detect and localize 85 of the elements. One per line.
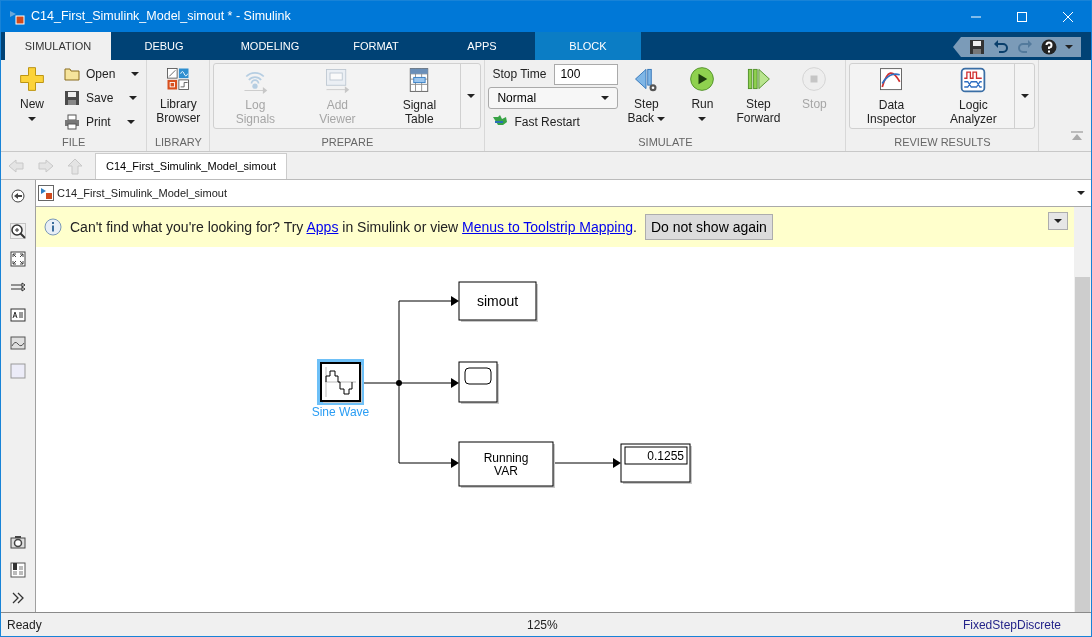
info-message: Can't find what you're looking for? Try Apps in Simulink or view Menus to Toolstrip Mapping.: [70, 217, 637, 237]
maximize-icon: [1017, 11, 1027, 22]
caret-icon: [28, 117, 36, 121]
info-icon: [44, 218, 62, 236]
logic-analyzer-button[interactable]: Logic Analyzer: [932, 64, 1015, 128]
ribbon-tab[interactable]: FORMAT: [323, 32, 429, 60]
group-title: REVIEW RESULTS: [893, 135, 992, 151]
model-icon: [38, 185, 54, 201]
signal-arrow: [552, 458, 621, 468]
group-title: LIBRARY: [153, 135, 203, 151]
block-text: Running VAR: [483, 451, 529, 478]
undo-icon[interactable]: [993, 39, 1009, 55]
breadcrumb-path: C14_First_Simulink_Model_simout: [57, 185, 227, 201]
play-icon: [688, 65, 717, 93]
ribbon-tab[interactable]: BLOCK: [535, 32, 641, 60]
caret-icon: [1077, 191, 1085, 195]
banner-menu-button[interactable]: [1048, 212, 1068, 230]
caret-icon: [657, 116, 666, 121]
panel-icon[interactable]: [10, 562, 26, 578]
printer-icon: [64, 114, 80, 130]
double-chevron-icon[interactable]: [10, 590, 26, 606]
to-workspace-block[interactable]: [458, 281, 538, 322]
ribbon-tab[interactable]: MODELING: [217, 32, 323, 60]
window-title: C14_First_Simulink_Model_simout * - Simulink: [31, 8, 291, 26]
monitor-icon: [323, 66, 352, 94]
ribbon-tab[interactable]: APPS: [429, 32, 535, 60]
status-text: Ready: [7, 616, 42, 634]
stop-time-field[interactable]: 100: [554, 63, 619, 85]
vertical-scrollbar[interactable]: [1074, 207, 1091, 612]
caret-icon: [698, 117, 707, 121]
group-title: SIMULATE: [637, 135, 694, 151]
library-browser-button[interactable]: Library Browser: [150, 63, 207, 127]
group-title: FILE: [61, 135, 87, 151]
help-link[interactable]: Menus to Toolstrip Mapping: [462, 218, 634, 235]
caret-icon: [466, 94, 475, 98]
running-var-block[interactable]: [458, 441, 555, 488]
text-annotation-icon[interactable]: [10, 307, 26, 323]
save-button[interactable]: Save: [60, 87, 144, 109]
scope-block[interactable]: [458, 361, 499, 404]
plus-icon: [18, 65, 46, 93]
run-button[interactable]: Run: [674, 63, 731, 123]
model-icon: [9, 8, 25, 25]
junction-dot: [396, 380, 402, 386]
solver-link[interactable]: FixedStepDiscrete: [962, 615, 1061, 634]
caret-icon: [129, 96, 138, 100]
fit-view-icon[interactable]: [10, 251, 26, 267]
field-label: Stop Time: [492, 66, 547, 83]
signal-table-button[interactable]: Signal Table: [378, 64, 461, 128]
camera-icon[interactable]: [10, 534, 26, 550]
new-button[interactable]: New: [4, 63, 60, 123]
stop-icon: [800, 65, 829, 93]
caret-icon: [601, 96, 610, 100]
dismiss-button[interactable]: Do not show again: [644, 214, 773, 240]
step-forward-button[interactable]: Step Forward: [730, 63, 787, 127]
zoom-level: 125%: [525, 616, 559, 634]
block-text: simout: [476, 293, 519, 309]
display-block[interactable]: [620, 443, 692, 484]
group-title: PREPARE: [320, 135, 375, 151]
open-button[interactable]: Open: [60, 63, 144, 85]
save-icon[interactable]: [969, 39, 985, 55]
caret-icon: [126, 120, 135, 124]
close-icon: [1063, 11, 1073, 22]
help-icon[interactable]: [1041, 39, 1057, 55]
image-icon[interactable]: [10, 335, 26, 351]
print-button[interactable]: Print: [60, 111, 144, 133]
caret-icon: [1054, 219, 1062, 223]
display-value: 0.1255: [647, 449, 684, 463]
digital-waveform-icon: [959, 66, 988, 94]
caret-icon: [1020, 94, 1029, 98]
caret-icon: [131, 72, 140, 76]
ribbon-tab[interactable]: SIMULATION: [5, 32, 111, 60]
folder-icon: [64, 66, 80, 82]
arrows-icon[interactable]: [10, 279, 26, 295]
help-link[interactable]: Apps: [306, 218, 339, 235]
zoom-in-icon[interactable]: [10, 223, 26, 239]
back-circle-icon[interactable]: [10, 188, 26, 204]
simulation-mode-dropdown[interactable]: Normal: [488, 87, 619, 109]
sine-wave-block[interactable]: [317, 359, 364, 405]
caret-icon: [1065, 45, 1073, 49]
editor-tab[interactable]: C14_First_Simulink_Model_simout: [95, 153, 287, 179]
fast-restart-button[interactable]: Fast Restart: [488, 111, 619, 133]
ribbon-tab[interactable]: DEBUG: [111, 32, 217, 60]
data-inspector-button[interactable]: Data Inspector: [850, 64, 933, 128]
step-back-button[interactable]: Step Back: [618, 63, 675, 127]
block-label: Sine Wave: [311, 405, 370, 419]
